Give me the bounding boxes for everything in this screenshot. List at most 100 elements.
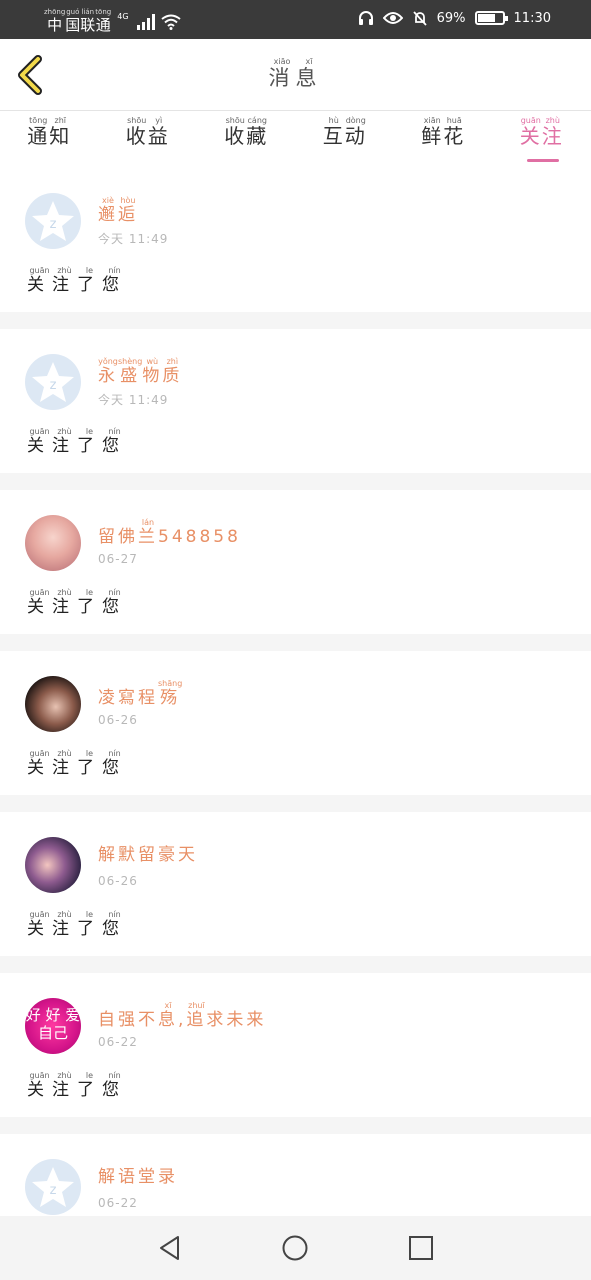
tab-label-char: 藏cáng (246, 116, 269, 148)
user-name-char: 永yǒng (98, 357, 118, 386)
user-name[interactable]: 凌寫程殇shāng (98, 679, 182, 708)
tab-label-char: 花huā (443, 116, 466, 148)
message-char: 注zhù (52, 1071, 77, 1100)
tab-5[interactable]: 关guān注zhù (493, 112, 591, 168)
list-item[interactable]: 留佛兰lán548858 06-27 关guān注zhù了le您nín (0, 490, 591, 651)
battery-percent: 69% (436, 10, 466, 26)
carrier-name: 中zhōng国guó联lián通tōng (44, 8, 111, 35)
message-char: 您nín (102, 749, 127, 778)
avatar[interactable]: z (25, 354, 81, 410)
tab-label-char: 益yì (147, 116, 170, 148)
message-char: 您nín (102, 588, 127, 617)
message-char: 关guān (27, 749, 52, 778)
tab-2[interactable]: 收shōu藏cáng (197, 112, 296, 168)
user-name[interactable]: 自强不息xī,追zhuī求未来 (98, 1001, 266, 1030)
list-item[interactable]: z 邂xiè逅hòu 今天 11:49 关guān注zhù了le您nín (0, 168, 591, 329)
tab-label-char: 互hù (322, 116, 345, 148)
user-name-char: 凌 (98, 688, 118, 708)
avatar[interactable] (25, 837, 81, 893)
user-name[interactable]: 解语堂录 (98, 1162, 178, 1187)
message-char: 注zhù (52, 588, 77, 617)
nav-recents-button[interactable] (407, 1234, 435, 1262)
message-char: 注zhù (52, 266, 77, 295)
tab-label-char: 收shōu (125, 116, 148, 148)
user-name[interactable]: 留佛兰lán548858 (98, 518, 241, 547)
tab-label-char: 通tōng (27, 116, 50, 148)
tab-label-char: 鲜xiān (421, 116, 444, 148)
notification-message: 关guān注zhù了le您nín (27, 266, 127, 295)
user-name-char: 录 (158, 1167, 178, 1187)
notification-message: 关guān注zhù了le您nín (27, 588, 127, 617)
tab-label-char: 注zhù (541, 116, 564, 148)
default-avatar-icon: z (32, 362, 74, 402)
user-name-char: 强 (118, 1010, 138, 1030)
message-char: 了le (77, 910, 102, 939)
message-char: 关guān (27, 588, 52, 617)
tab-0[interactable]: 通tōng知zhī (0, 112, 99, 168)
user-name-char: 语 (118, 1167, 138, 1187)
user-name-char: 寫 (118, 688, 138, 708)
user-name-char: 追zhuī (186, 1001, 207, 1030)
mute-bell-icon (412, 11, 427, 26)
message-char: 了le (77, 749, 102, 778)
message-char: 您nín (102, 1071, 127, 1100)
page-title: 消xiāo息xī (0, 57, 591, 92)
notification-message: 关guān注zhù了le您nín (27, 749, 127, 778)
timestamp: 今天 11:49 (98, 393, 169, 407)
system-nav-bar (0, 1216, 591, 1280)
svg-text:z: z (50, 378, 57, 393)
user-name-char: 质zhì (162, 357, 183, 386)
tab-3[interactable]: 互hù动dòng (296, 112, 395, 168)
avatar[interactable] (25, 515, 81, 571)
message-char: 注zhù (52, 427, 77, 456)
message-char: 关guān (27, 427, 52, 456)
app-header: 消xiāo息xī (0, 39, 591, 111)
default-avatar-icon: z (32, 1167, 74, 1207)
list-item[interactable]: z 永yǒng盛shèng物wù质zhì 今天 11:49 关guān注zhù了le您… (0, 329, 591, 490)
list-item[interactable]: 凌寫程殇shāng 06-26 关guān注zhù了le您nín (0, 651, 591, 812)
message-char: 关guān (27, 266, 52, 295)
message-char: 您nín (102, 266, 127, 295)
timestamp: 06-26 (98, 713, 138, 727)
user-name[interactable]: 永yǒng盛shèng物wù质zhì (98, 357, 182, 386)
nav-home-button[interactable] (281, 1234, 309, 1262)
tab-label-char: 知zhī (49, 116, 72, 148)
user-name-char: 未 (226, 1010, 247, 1030)
title-char: 消xiāo (268, 57, 296, 90)
user-name-char: 求 (206, 1010, 227, 1030)
tab-label-char: 收shōu (224, 116, 247, 148)
list-item[interactable]: 解默留豪天 06-26 关guān注zhù了le您nín (0, 812, 591, 973)
message-char: 关guān (27, 1071, 52, 1100)
carrier-char: 国guó (65, 8, 81, 34)
user-name-char: 548858 (158, 527, 241, 547)
headphones-icon (358, 11, 373, 25)
active-tab-indicator (526, 159, 559, 162)
timestamp: 06-26 (98, 874, 138, 888)
user-name-char: 留 (138, 845, 158, 865)
user-name[interactable]: 邂xiè逅hòu (98, 196, 138, 225)
signal-icon (136, 13, 155, 30)
avatar[interactable]: z (25, 193, 81, 249)
user-name-char: 殇shāng (158, 679, 183, 708)
user-name-char: 解 (98, 845, 118, 865)
eye-comfort-icon (382, 12, 403, 24)
notification-message: 关guān注zhù了le您nín (27, 910, 127, 939)
message-char: 注zhù (52, 749, 77, 778)
avatar[interactable] (25, 676, 81, 732)
user-name-char: 物wù (142, 357, 163, 386)
list-item[interactable]: 好 好 爱 自己 自强不息xī,追zhuī求未来 06-22 关guān注zhù了le… (0, 973, 591, 1134)
user-name-char: 豪 (158, 845, 178, 865)
avatar[interactable]: z (25, 1159, 81, 1215)
user-name[interactable]: 解默留豪天 (98, 840, 198, 865)
user-name-char: 邂xiè (98, 196, 118, 225)
avatar-text: 好 好 爱 自己 (25, 1006, 81, 1042)
user-name-char: 默 (118, 845, 138, 865)
avatar[interactable]: 好 好 爱 自己 (25, 998, 81, 1054)
nav-back-button[interactable] (156, 1234, 184, 1262)
battery-icon (474, 11, 508, 25)
tab-1[interactable]: 收shōu益yì (99, 112, 198, 168)
tab-label-char: 动dòng (344, 116, 367, 148)
tab-4[interactable]: 鲜xiān花huā (394, 112, 493, 168)
user-name-char: 天 (178, 845, 198, 865)
message-char: 您nín (102, 910, 127, 939)
